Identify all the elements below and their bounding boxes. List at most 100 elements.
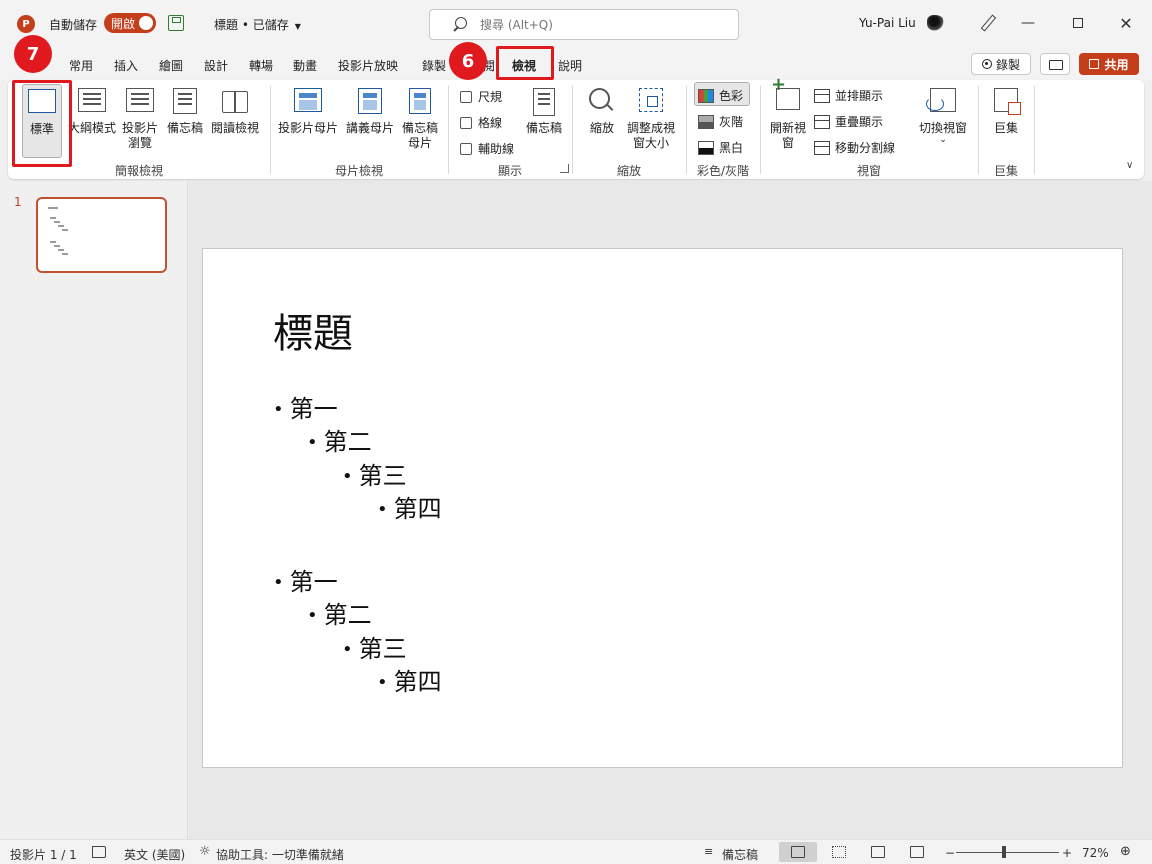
macros-icon bbox=[994, 88, 1021, 115]
slide-master-icon bbox=[294, 88, 322, 112]
bullet-level-3[interactable]: 第三 bbox=[342, 629, 407, 664]
callout-badge-6: 6 bbox=[449, 42, 487, 80]
tab-insert[interactable]: 插入 bbox=[114, 57, 138, 74]
designer-pen-icon[interactable] bbox=[978, 14, 996, 32]
tab-record[interactable]: 錄製 bbox=[422, 57, 446, 74]
tab-help[interactable]: 說明 bbox=[558, 57, 582, 74]
search-icon bbox=[450, 16, 468, 34]
avatar[interactable] bbox=[925, 12, 947, 34]
fit-to-window-button[interactable]: 調整成視窗大小 bbox=[626, 88, 676, 151]
reading-view-status-icon[interactable] bbox=[871, 846, 885, 858]
slide-sorter-icon bbox=[126, 88, 154, 112]
outline-view-icon bbox=[78, 88, 106, 112]
slide-master-label: 投影片母片 bbox=[278, 121, 339, 135]
slideshow-status-icon[interactable] bbox=[910, 846, 924, 858]
close-icon[interactable]: ✕ bbox=[1113, 10, 1139, 36]
share-label: 共用 bbox=[1104, 57, 1129, 72]
collapse-ribbon-icon[interactable]: ∨ bbox=[1126, 160, 1133, 171]
fit-to-window-icon bbox=[639, 88, 663, 112]
normal-view-status-icon[interactable] bbox=[791, 846, 805, 858]
zoom-in-button[interactable]: + bbox=[1062, 846, 1072, 860]
handout-master-button[interactable]: 講義母片 bbox=[344, 88, 396, 136]
zoom-slider-track[interactable] bbox=[956, 852, 1059, 853]
notes-page-button[interactable]: 備忘稿 bbox=[165, 88, 205, 136]
switch-windows-button[interactable]: 切換視窗 ⌄ bbox=[916, 88, 970, 145]
tab-draw[interactable]: 繪圖 bbox=[159, 57, 183, 74]
minimize-icon[interactable]: — bbox=[1015, 10, 1041, 36]
slide-sorter-button[interactable]: 投影片瀏覽 bbox=[120, 88, 160, 151]
save-status-icon[interactable] bbox=[168, 15, 184, 31]
outline-view-label: 大綱模式 bbox=[67, 121, 116, 135]
slide-thumbnail-pane: 1 bbox=[0, 181, 188, 839]
notes-button[interactable]: 備忘稿 bbox=[524, 88, 564, 136]
accessibility-status[interactable]: 協助工具: 一切準備就緒 bbox=[216, 846, 344, 863]
checkbox-box bbox=[460, 142, 472, 155]
slide-sorter-status-icon[interactable] bbox=[832, 846, 846, 858]
dialog-launcher-icon[interactable] bbox=[560, 164, 569, 173]
zoom-out-button[interactable]: − bbox=[945, 846, 955, 860]
guides-checkbox[interactable]: 輔助線 bbox=[460, 140, 514, 157]
document-title[interactable]: 標題 • 已儲存 ▼ bbox=[214, 16, 301, 33]
search-box[interactable]: 搜尋 (Alt+Q) bbox=[429, 9, 739, 40]
new-window-button[interactable]: 開新視窗 bbox=[770, 77, 806, 151]
bullet-level-2[interactable]: 第二 bbox=[307, 422, 372, 457]
group-label-window: 視窗 bbox=[856, 164, 881, 178]
fit-slide-icon[interactable]: ⊕ bbox=[1120, 844, 1131, 859]
record-button[interactable]: 錄製 bbox=[971, 53, 1031, 75]
powerpoint-app-icon[interactable]: P bbox=[17, 15, 35, 33]
zoom-level[interactable]: 72% bbox=[1082, 846, 1109, 860]
tab-design[interactable]: 設計 bbox=[204, 57, 228, 74]
cascade-button[interactable]: 重疊顯示 bbox=[814, 113, 883, 130]
share-icon bbox=[1089, 59, 1100, 69]
macros-button[interactable]: 巨集 bbox=[988, 88, 1024, 136]
slide-count[interactable]: 投影片 1 / 1 bbox=[10, 846, 77, 863]
thumbnail-line bbox=[54, 221, 60, 223]
maximize-icon[interactable] bbox=[1065, 10, 1091, 36]
thumbnail-line bbox=[50, 217, 56, 219]
bullet-level-2[interactable]: 第二 bbox=[307, 595, 372, 630]
chevron-down-icon: ▼ bbox=[294, 22, 301, 31]
zoom-slider-thumb[interactable] bbox=[1002, 846, 1007, 858]
arrange-all-button[interactable]: 並排顯示 bbox=[814, 87, 883, 104]
black-white-button[interactable]: 黑白 bbox=[698, 139, 743, 156]
bullet-level-4[interactable]: 第四 bbox=[377, 489, 442, 524]
zoom-button[interactable]: 縮放 bbox=[586, 88, 618, 136]
tab-slideshow[interactable]: 投影片放映 bbox=[338, 57, 398, 74]
comments-button[interactable] bbox=[1040, 53, 1070, 75]
outline-view-button[interactable]: 大綱模式 bbox=[66, 88, 118, 136]
notes-master-button[interactable]: 備忘稿母片 bbox=[400, 88, 440, 151]
language-indicator[interactable]: 英文 (美國) bbox=[124, 846, 185, 863]
spelling-book-icon[interactable] bbox=[92, 846, 106, 858]
slide[interactable]: 標題 第一 第二 第三 第四 第一 第二 第三 第四 bbox=[202, 248, 1123, 768]
bullet-level-1[interactable]: 第一 bbox=[273, 562, 338, 597]
fit-to-window-label: 調整成視窗大小 bbox=[626, 121, 675, 150]
reading-view-button[interactable]: 閱讀檢視 bbox=[209, 88, 261, 136]
bullet-level-4[interactable]: 第四 bbox=[377, 662, 442, 697]
tab-transitions[interactable]: 轉場 bbox=[249, 57, 273, 74]
tab-home[interactable]: 常用 bbox=[69, 57, 93, 74]
bullet-level-3[interactable]: 第三 bbox=[342, 456, 407, 491]
move-split-button[interactable]: 移動分割線 bbox=[814, 139, 895, 156]
tab-animations[interactable]: 動畫 bbox=[293, 57, 317, 74]
gridlines-checkbox[interactable]: 格線 bbox=[460, 114, 502, 131]
switch-windows-icon bbox=[926, 88, 956, 112]
arrange-all-label: 並排顯示 bbox=[835, 89, 884, 103]
cascade-label: 重疊顯示 bbox=[835, 115, 884, 129]
slide-thumbnail[interactable] bbox=[36, 197, 167, 273]
reading-view-label: 閱讀檢視 bbox=[210, 121, 259, 135]
ruler-checkbox[interactable]: 尺規 bbox=[460, 88, 502, 105]
notes-page-icon bbox=[173, 88, 197, 114]
notes-icon bbox=[533, 88, 555, 116]
color-label: 色彩 bbox=[719, 89, 744, 103]
color-button[interactable]: 色彩 bbox=[698, 87, 743, 104]
grayscale-button[interactable]: 灰階 bbox=[698, 113, 743, 130]
slide-master-button[interactable]: 投影片母片 bbox=[278, 88, 338, 136]
share-button[interactable]: 共用 bbox=[1079, 53, 1139, 75]
bullet-level-1[interactable]: 第一 bbox=[273, 389, 338, 424]
autosave-toggle[interactable]: 開啟 bbox=[104, 13, 156, 33]
notes-toggle[interactable]: 備忘稿 bbox=[722, 846, 758, 863]
user-name[interactable]: Yu-Pai Liu bbox=[859, 16, 916, 30]
search-placeholder: 搜尋 (Alt+Q) bbox=[480, 18, 553, 32]
slide-title[interactable]: 標題 bbox=[273, 301, 353, 359]
group-separator bbox=[760, 86, 761, 174]
